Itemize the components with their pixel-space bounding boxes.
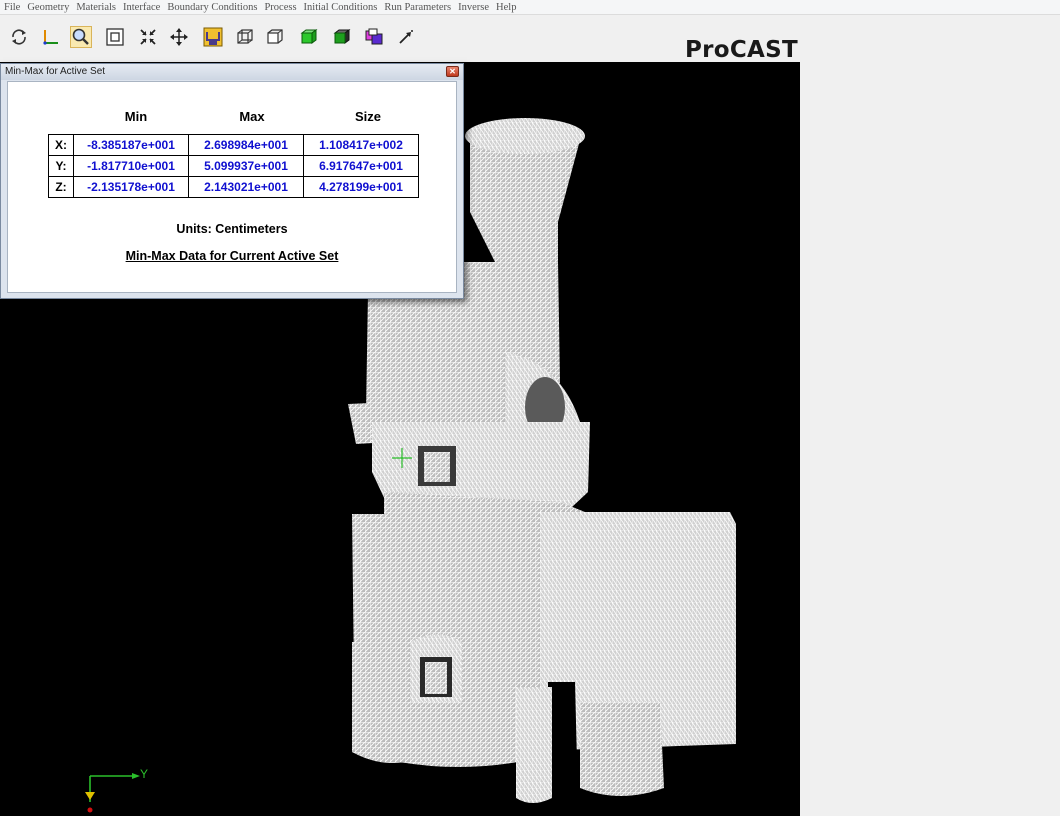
dialog-content: Min Max Size X: -8.385187e+001 2.698984e…: [7, 81, 457, 293]
min-value: -1.817710e+001: [73, 155, 189, 177]
select-icon[interactable]: [202, 26, 224, 48]
hidden-line-icon[interactable]: [264, 26, 286, 48]
menu-initial-conditions[interactable]: Initial Conditions: [300, 2, 381, 13]
triad-y-label: Y: [140, 767, 149, 781]
dialog-title[interactable]: Min-Max for Active Set: [1, 64, 463, 80]
axis-icon[interactable]: [40, 26, 62, 48]
min-max-dialog: Min-Max for Active Set ✕ Min Max Size X:…: [0, 63, 464, 299]
max-value: 5.099937e+001: [188, 155, 304, 177]
menu-file[interactable]: File: [0, 2, 23, 13]
zoom-box-icon[interactable]: [104, 26, 126, 48]
menu-process[interactable]: Process: [260, 2, 299, 13]
close-icon: ✕: [449, 66, 456, 76]
menu-inverse[interactable]: Inverse: [454, 2, 492, 13]
column-header-max: Max: [239, 109, 265, 124]
menu-bar: File Geometry Materials Interface Bounda…: [0, 0, 1060, 15]
pointer-icon[interactable]: [395, 26, 417, 48]
color-icon[interactable]: [363, 26, 385, 48]
column-header-size: Size: [354, 109, 381, 124]
menu-run-parameters[interactable]: Run Parameters: [380, 2, 454, 13]
menu-boundary-conditions[interactable]: Boundary Conditions: [163, 2, 260, 13]
size-value: 1.108417e+002: [303, 134, 419, 156]
table-row: X: -8.385187e+001 2.698984e+001 1.108417…: [48, 134, 419, 156]
menu-help[interactable]: Help: [492, 2, 519, 13]
axis-label: Y:: [48, 155, 74, 177]
shaded-icon[interactable]: [298, 26, 320, 48]
size-value: 6.917647e+001: [303, 155, 419, 177]
table-row: Y: -1.817710e+001 5.099937e+001 6.917647…: [48, 155, 419, 177]
menu-materials[interactable]: Materials: [72, 2, 119, 13]
menu-geometry[interactable]: Geometry: [23, 2, 72, 13]
min-value: -2.135178e+001: [73, 176, 189, 198]
max-value: 2.143021e+001: [188, 176, 304, 198]
wireframe-icon[interactable]: [234, 26, 256, 48]
size-value: 4.278199e+001: [303, 176, 419, 198]
menu-interface[interactable]: Interface: [119, 2, 163, 13]
units-label: Units: Centimeters: [176, 222, 288, 236]
toolbar: ProCAST: [0, 15, 800, 63]
close-button[interactable]: ✕: [446, 66, 459, 77]
rotate-icon[interactable]: [8, 26, 30, 48]
procast-logo: ProCAST: [684, 37, 798, 63]
pan-icon[interactable]: [168, 26, 190, 48]
min-max-table: X: -8.385187e+001 2.698984e+001 1.108417…: [48, 134, 419, 198]
zoom-icon[interactable]: [70, 26, 92, 48]
axis-triad: [85, 773, 140, 813]
fit-icon[interactable]: [137, 26, 159, 48]
min-value: -8.385187e+001: [73, 134, 189, 156]
dialog-footer: Min-Max Data for Current Active Set: [125, 249, 339, 263]
column-header-min: Min: [124, 109, 148, 124]
axis-label: Z:: [48, 176, 74, 198]
max-value: 2.698984e+001: [188, 134, 304, 156]
axis-label: X:: [48, 134, 74, 156]
solid-icon[interactable]: [331, 26, 353, 48]
table-row: Z: -2.135178e+001 2.143021e+001 4.278199…: [48, 176, 419, 198]
right-panel: [800, 62, 1060, 816]
